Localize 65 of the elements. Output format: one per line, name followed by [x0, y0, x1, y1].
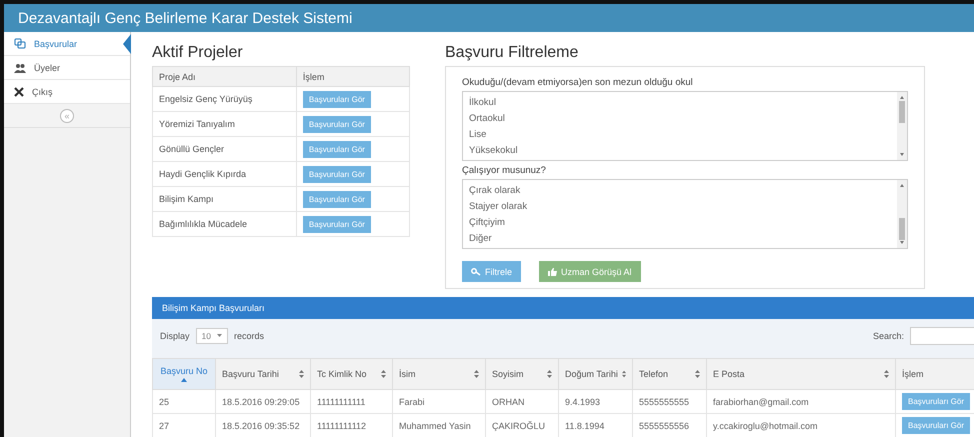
table-cell: Bağımlılıkla Mücadele	[152, 212, 296, 236]
table-cell: Engelsiz Genç Yürüyüş	[152, 86, 296, 112]
list-option[interactable]: Yüksekokul	[469, 143, 891, 159]
scrollbar[interactable]	[897, 180, 907, 248]
list-option[interactable]: Stajyer olarak	[469, 199, 891, 215]
length-label: Display	[160, 330, 190, 340]
list-option[interactable]: Çırak olarak	[469, 183, 891, 199]
list-option[interactable]: Diğer	[469, 231, 891, 247]
section-title: Başvuru Filtreleme	[445, 44, 580, 62]
table-cell: Gönüllü Gençler	[152, 136, 296, 162]
table-cell: 9.4.1993	[558, 390, 632, 414]
panel-title: Bilişim Kampı Başvuruları	[162, 303, 265, 313]
table-cell: 5555555555	[632, 390, 706, 414]
sort-icon	[547, 370, 552, 378]
column-header: Proje Adı	[152, 66, 296, 86]
column-header[interactable]: Soyisim	[486, 358, 558, 390]
section-title: Aktif Projeler	[152, 44, 244, 62]
sort-icon	[884, 370, 889, 378]
table-cell: 25	[152, 390, 216, 414]
thumbs-up-icon	[548, 268, 558, 276]
column-header[interactable]: Doğum Tarihi	[558, 358, 632, 390]
sort-ascending-icon	[181, 378, 187, 382]
table-cell: Haydi Gençlik Kıpırda	[152, 162, 296, 186]
list-option[interactable]: Ortaokul	[469, 111, 891, 127]
caret-icon	[216, 334, 222, 337]
table-cell: ORHAN	[486, 390, 558, 414]
list-option[interactable]: İlkokul	[469, 95, 891, 111]
sidebar-item[interactable]: Başvurular	[4, 32, 130, 56]
search-field[interactable]	[910, 326, 974, 344]
column-header: İşlem	[296, 66, 410, 86]
users-icon	[14, 62, 26, 72]
column-header[interactable]: İsim	[392, 358, 486, 390]
field-label: Çalışıyor musunuz?	[462, 165, 547, 176]
sort-icon	[381, 370, 386, 378]
column-header[interactable]: İşlem	[896, 358, 974, 390]
page-size-select[interactable]: 10	[196, 328, 228, 344]
sidebar-item[interactable]: Çıkış	[4, 80, 130, 104]
search-label: Search:	[872, 330, 904, 340]
list-option[interactable]: Lise	[469, 127, 891, 143]
list-option[interactable]: Çiftçiyim	[469, 215, 891, 231]
sort-icon	[474, 370, 479, 378]
sidebar-item[interactable]: Üyeler	[4, 56, 130, 80]
sort-icon	[622, 370, 626, 378]
column-header[interactable]: Tc Kimlik No	[310, 358, 392, 390]
table-cell: Farabi	[392, 390, 486, 414]
table-cell: 11111111111	[310, 390, 392, 414]
sort-icon	[299, 370, 304, 378]
table-cell: Bilişim Kampı	[152, 186, 296, 212]
column-header[interactable]: E Posta	[706, 358, 896, 390]
list-box[interactable]: İlkokul Ortaokul Lise Yüksekokul	[462, 91, 908, 161]
sort-icon	[695, 370, 700, 378]
column-header[interactable]: Telefon	[632, 358, 706, 390]
apps-icon	[14, 38, 26, 49]
window-title: Dezavantajlı Genç Belirleme Karar Destek Sistemi	[18, 10, 352, 26]
table-cell: 27	[152, 414, 216, 437]
table-cell: 18.5.2016 09:29:05	[216, 390, 310, 414]
list-box[interactable]: Çırak olarak Stajyer olarak Çiftçiyim Diğer	[462, 179, 908, 249]
close-icon	[14, 86, 24, 96]
table-cell: Yöremizi Tanıyalım	[152, 112, 296, 136]
field-label: Okuduğu/(devam etmiyorsa)en son mezun olduğu okul	[462, 77, 694, 88]
column-header[interactable]: Başvuru No	[152, 358, 216, 390]
table-cell: farabiorhan@gmail.com	[706, 390, 896, 414]
column-header[interactable]: Başvuru Tarihi	[216, 358, 310, 390]
scrollbar[interactable]	[897, 92, 907, 160]
length-label: records	[234, 330, 264, 340]
